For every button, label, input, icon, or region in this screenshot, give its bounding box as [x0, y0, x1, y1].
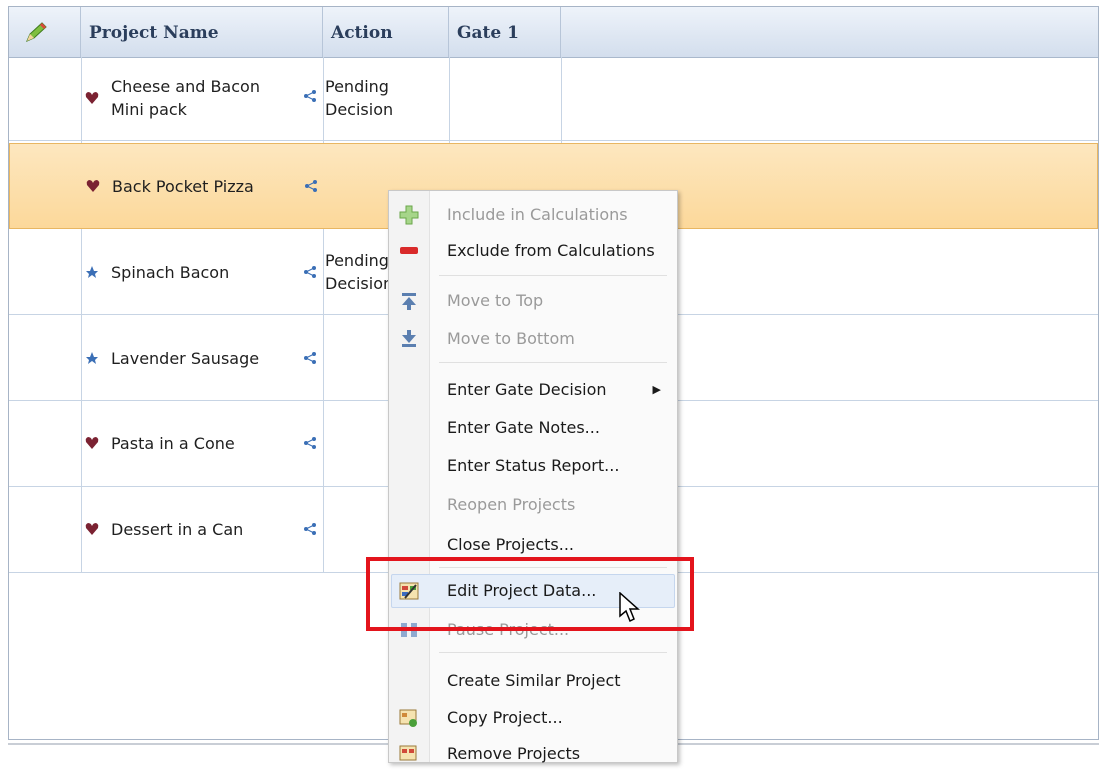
project-heart-icon — [85, 437, 99, 449]
menu-item-include-in-calculations[interactable]: Include in Calculations — [389, 197, 677, 233]
menu-item-label: Enter Gate Notes... — [447, 418, 600, 437]
project-star-icon — [86, 266, 98, 278]
action-line: Decision — [325, 100, 394, 119]
action-cell: Pending Decision — [325, 249, 393, 295]
plus-icon — [399, 205, 419, 225]
action-line: Pending — [325, 251, 389, 270]
menu-item-copy-project[interactable]: Copy Project... — [389, 700, 677, 736]
submenu-arrow-icon: ▶ — [652, 383, 661, 396]
menu-item-move-to-bottom[interactable]: Move to Bottom — [389, 321, 677, 357]
menu-item-exclude-from-calculations[interactable]: Exclude from Calculations — [389, 233, 677, 269]
column-header-gate-1[interactable]: Gate 1 — [449, 7, 561, 57]
project-name-cell[interactable]: Pasta in a Cone — [111, 432, 235, 455]
menu-item-enter-gate-notes[interactable]: Enter Gate Notes... — [389, 410, 677, 446]
menu-item-label: Create Similar Project — [447, 671, 621, 690]
menu-separator — [439, 275, 667, 276]
workflow-icon[interactable] — [304, 179, 318, 193]
project-heart-icon — [85, 92, 99, 104]
project-heart-icon — [85, 523, 99, 535]
menu-separator — [439, 362, 667, 363]
column-header-project-name[interactable]: Project Name — [81, 7, 323, 57]
menu-item-label: Move to Top — [447, 291, 544, 310]
copy-project-icon — [399, 709, 417, 727]
menu-item-label: Remove Projects — [447, 744, 581, 763]
menu-item-label: Enter Gate Decision — [447, 380, 607, 399]
project-name-line: Cheese and Bacon — [111, 77, 260, 96]
move-top-icon — [402, 293, 416, 310]
menu-separator — [439, 652, 667, 653]
pencil-icon — [26, 22, 47, 42]
workflow-icon[interactable] — [303, 89, 317, 103]
project-heart-icon — [86, 180, 100, 192]
workflow-icon[interactable] — [303, 351, 317, 365]
context-menu: Include in Calculations Exclude from Cal… — [388, 190, 678, 763]
project-star-icon — [86, 352, 98, 364]
column-header-action[interactable]: Action — [323, 7, 449, 57]
menu-item-label: Move to Bottom — [447, 329, 575, 348]
project-name-cell[interactable]: Lavender Sausage — [111, 347, 259, 370]
menu-item-label: Enter Status Report... — [447, 456, 620, 475]
workflow-icon[interactable] — [303, 265, 317, 279]
action-line: Pending — [325, 77, 389, 96]
project-name-line: Mini pack — [111, 100, 187, 119]
menu-item-create-similar-project[interactable]: Create Similar Project — [389, 663, 677, 699]
table-row[interactable]: Cheese and Bacon Mini pack Pending Decis… — [9, 57, 1098, 141]
action-cell: Pending Decision — [325, 75, 393, 121]
menu-item-label: Include in Calculations — [447, 205, 628, 224]
workflow-icon[interactable] — [303, 436, 317, 450]
menu-item-move-to-top[interactable]: Move to Top — [389, 283, 677, 319]
edit-column-header[interactable] — [9, 7, 81, 57]
menu-item-reopen-projects[interactable]: Reopen Projects — [389, 487, 677, 523]
grid-header: Project Name Action Gate 1 — [9, 7, 1098, 58]
project-name-cell[interactable]: Cheese and Bacon Mini pack — [111, 75, 260, 121]
workflow-icon[interactable] — [303, 522, 317, 536]
move-bottom-icon — [402, 330, 416, 347]
menu-item-remove-projects[interactable]: Remove Projects — [389, 736, 677, 772]
minus-icon — [400, 247, 418, 254]
menu-item-enter-status-report[interactable]: Enter Status Report... — [389, 448, 677, 484]
project-name-cell[interactable]: Back Pocket Pizza — [112, 175, 254, 198]
menu-item-label: Reopen Projects — [447, 495, 576, 514]
menu-item-enter-gate-decision[interactable]: Enter Gate Decision ▶ — [389, 372, 677, 408]
mouse-pointer-icon — [619, 592, 640, 623]
menu-item-label: Exclude from Calculations — [447, 241, 655, 260]
action-line: Decision — [325, 274, 394, 293]
project-name-cell[interactable]: Spinach Bacon — [111, 261, 229, 284]
remove-projects-icon — [399, 745, 417, 761]
annotation-highlight-box — [366, 557, 694, 631]
menu-item-label: Copy Project... — [447, 708, 563, 727]
project-name-cell[interactable]: Dessert in a Can — [111, 518, 243, 541]
